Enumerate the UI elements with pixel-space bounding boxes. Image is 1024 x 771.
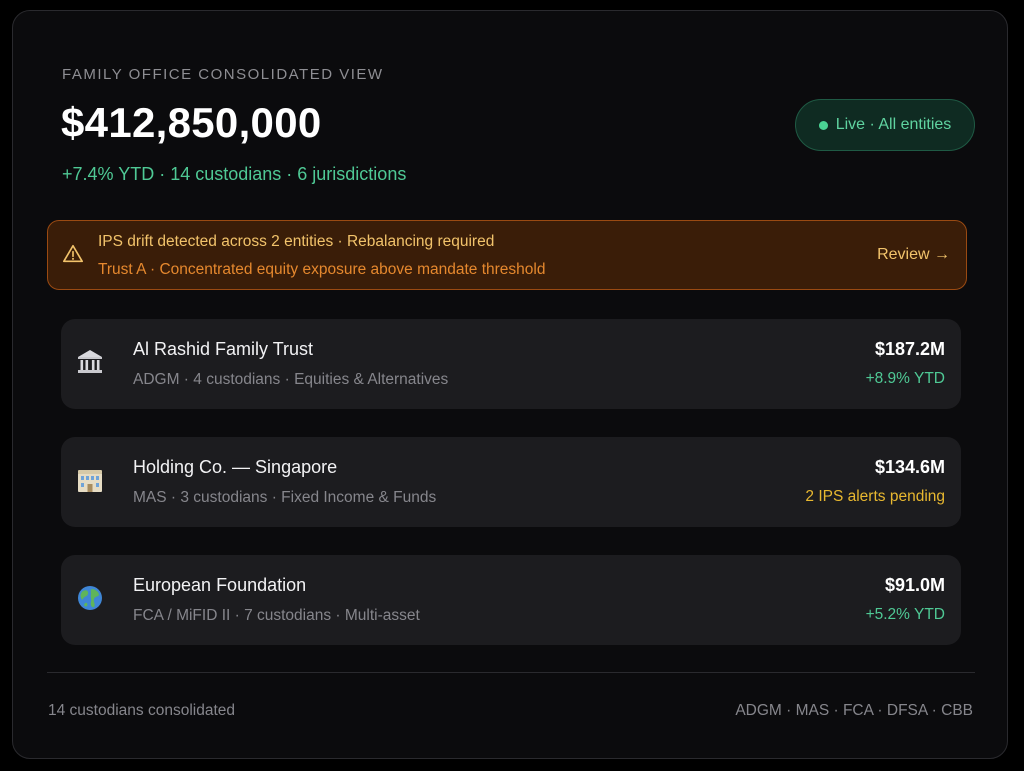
entity-value: $134.6M <box>874 457 945 477</box>
live-status-badge[interactable]: Live · All entities <box>795 99 975 151</box>
footer-divider <box>47 672 975 673</box>
review-button[interactable]: Review → <box>877 246 950 264</box>
alert-detail: Trust A · Concentrated equity exposure a… <box>98 261 546 278</box>
alert-title: IPS drift detected across 2 entities · R… <box>98 233 495 250</box>
bank-building-icon <box>78 350 102 373</box>
entity-alert-status: 2 IPS alerts pending <box>805 488 945 505</box>
entity-name: Al Rashid Family Trust <box>133 339 314 359</box>
warning-triangle-icon <box>63 244 83 263</box>
custodians-consolidated-count: 14 custodians consolidated <box>48 702 235 719</box>
section-eyebrow: FAMILY OFFICE CONSOLIDATED VIEW <box>62 66 384 83</box>
consolidated-view-card: FAMILY OFFICE CONSOLIDATED VIEW $412,850… <box>12 10 1008 759</box>
entity-meta: MAS · 3 custodians · Fixed Income & Fund… <box>133 489 437 506</box>
entity-value: $187.2M <box>874 339 945 359</box>
globe-icon <box>78 586 102 610</box>
portfolio-summary-line: +7.4% YTD · 14 custodians · 6 jurisdicti… <box>62 164 407 184</box>
office-building-icon <box>78 470 102 492</box>
entity-value: $91.0M <box>884 575 945 595</box>
regulator-list: ADGM · MAS · FCA · DFSA · CBB <box>735 702 973 719</box>
total-aum-value: $412,850,000 <box>61 99 322 146</box>
entity-change: +8.9% YTD <box>865 370 945 387</box>
entity-meta: FCA / MiFID II · 7 custodians · Multi-as… <box>133 607 420 624</box>
live-dot-icon <box>818 120 828 130</box>
ips-drift-alert: IPS drift detected across 2 entities · R… <box>47 220 967 290</box>
entity-name: European Foundation <box>133 575 307 595</box>
entity-change: +5.2% YTD <box>865 606 945 623</box>
entity-row-european-foundation[interactable]: European Foundation FCA / MiFID II · 7 c… <box>61 555 961 645</box>
entity-row-holding-co-singapore[interactable]: Holding Co. — Singapore MAS · 3 custodia… <box>61 437 961 527</box>
live-status-label: Live · All entities <box>835 116 952 133</box>
entity-meta: ADGM · 4 custodians · Equities & Alterna… <box>133 371 449 388</box>
entity-name: Holding Co. — Singapore <box>133 457 338 477</box>
entity-row-al-rashid-family-trust[interactable]: Al Rashid Family Trust ADGM · 4 custodia… <box>61 319 961 409</box>
